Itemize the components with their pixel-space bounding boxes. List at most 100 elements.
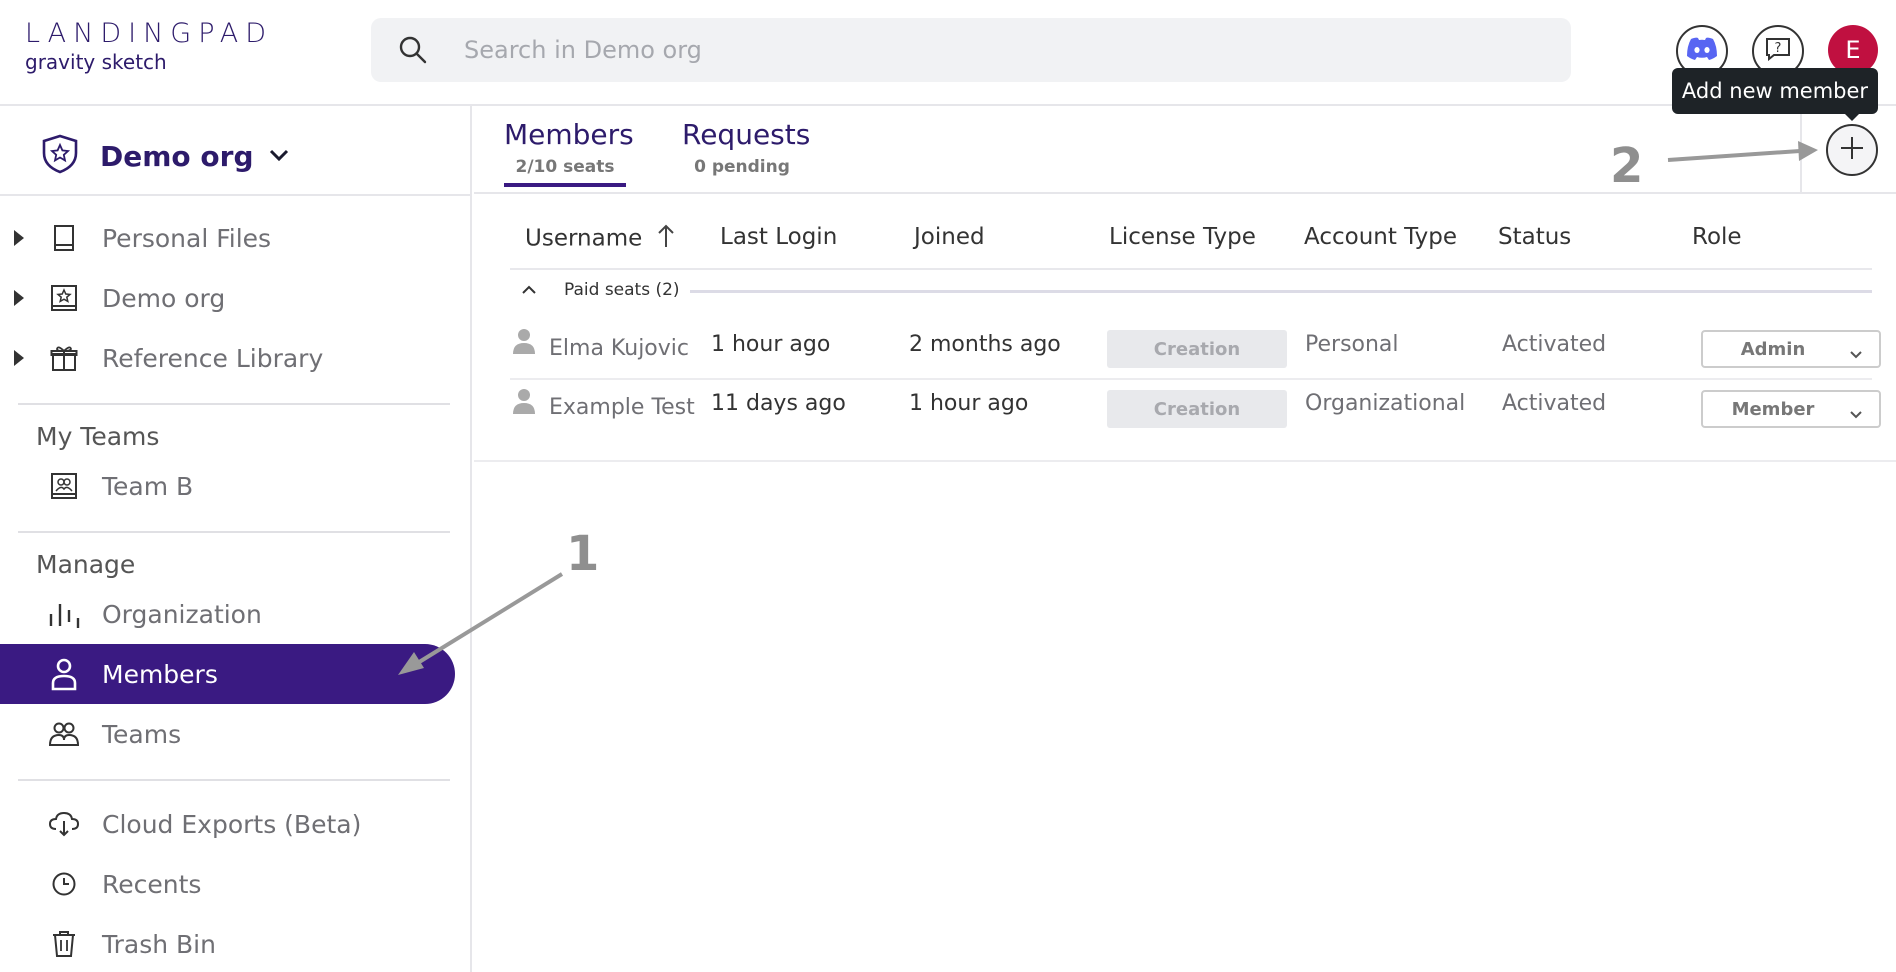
toolbar-divider bbox=[1800, 106, 1802, 194]
cloud-download-icon bbox=[48, 808, 80, 840]
role-dropdown[interactable]: Admin bbox=[1701, 330, 1881, 368]
tooltip-arrow bbox=[1843, 112, 1861, 121]
sidebar-divider bbox=[18, 531, 450, 533]
sidebar-item-label: Recents bbox=[102, 869, 202, 899]
sidebar-item-label: Members bbox=[102, 659, 218, 689]
sidebar-item-members[interactable]: Members bbox=[0, 644, 455, 704]
org-switcher[interactable]: Demo org bbox=[40, 128, 289, 184]
star-frame-icon bbox=[48, 282, 80, 314]
sidebar-item-demo-org[interactable]: Demo org bbox=[0, 268, 455, 328]
add-member-tooltip: Add new member bbox=[1672, 68, 1878, 114]
group-divider bbox=[690, 290, 1872, 293]
sidebar-item-label: Personal Files bbox=[102, 223, 272, 253]
sidebar-item-label: Trash Bin bbox=[102, 929, 216, 959]
search-icon bbox=[398, 35, 428, 65]
annotation-number-1: 1 bbox=[566, 526, 600, 582]
tab-title: Members bbox=[504, 118, 634, 151]
tab-members[interactable]: Members 2/10 seats bbox=[504, 118, 634, 187]
column-header-license-type[interactable]: License Type bbox=[1109, 224, 1256, 250]
role-value: Admin bbox=[1740, 339, 1806, 360]
user-icon bbox=[48, 658, 80, 691]
sidebar-item-label: Team B bbox=[102, 471, 194, 501]
sidebar-divider bbox=[18, 403, 450, 405]
role-value: Member bbox=[1731, 399, 1815, 420]
sidebar-item-trash-bin[interactable]: Trash Bin bbox=[0, 914, 455, 972]
table-row[interactable]: Elma Kujovic 1 hour ago 2 months ago Cre… bbox=[510, 318, 1892, 376]
search-input[interactable] bbox=[464, 36, 1464, 64]
group-label-paid-seats: Paid seats (2) bbox=[564, 280, 680, 300]
sidebar-item-label: Teams bbox=[102, 719, 182, 749]
help-icon: ? bbox=[1765, 37, 1791, 65]
cell-username: Elma Kujovic bbox=[549, 336, 689, 361]
plus-icon bbox=[1839, 135, 1865, 165]
table-bottom-divider bbox=[474, 460, 1896, 462]
trash-icon bbox=[48, 928, 80, 960]
sidebar-item-organization[interactable]: Organization bbox=[0, 584, 455, 644]
collapse-group-icon[interactable] bbox=[520, 282, 538, 301]
team-frame-icon bbox=[48, 470, 80, 502]
cell-last-login: 1 hour ago bbox=[711, 332, 831, 357]
chevron-down-icon bbox=[1849, 344, 1863, 365]
gift-icon bbox=[48, 342, 80, 374]
shield-star-icon bbox=[40, 133, 80, 179]
cell-status: Activated bbox=[1502, 332, 1607, 357]
sidebar-item-cloud-exports[interactable]: Cloud Exports (Beta) bbox=[0, 794, 455, 854]
sidebar-item-recents[interactable]: Recents bbox=[0, 854, 455, 914]
sidebar-item-label: Demo org bbox=[102, 283, 226, 313]
cell-last-login: 11 days ago bbox=[711, 391, 846, 416]
sort-ascending-icon[interactable] bbox=[656, 224, 676, 254]
expand-caret-icon[interactable] bbox=[14, 290, 24, 306]
add-member-button[interactable] bbox=[1826, 124, 1878, 176]
cell-username: Example Test bbox=[549, 395, 695, 420]
logo-wordmark: LANDINGPAD bbox=[25, 18, 274, 49]
landingpad-logo[interactable]: LANDINGPAD gravity sketch bbox=[25, 18, 273, 74]
top-header: LANDINGPAD gravity sketch ? E bbox=[0, 0, 1896, 106]
column-header-joined[interactable]: Joined bbox=[914, 224, 985, 250]
column-header-last-login[interactable]: Last Login bbox=[720, 224, 837, 250]
bars-icon bbox=[48, 598, 80, 630]
logo-subtitle: gravity sketch bbox=[25, 50, 167, 74]
header-divider bbox=[510, 268, 1872, 270]
expand-caret-icon[interactable] bbox=[14, 230, 24, 246]
clock-icon bbox=[48, 868, 80, 900]
svg-text:?: ? bbox=[1775, 41, 1782, 56]
search-bar[interactable] bbox=[371, 18, 1571, 82]
sidebar-divider bbox=[18, 779, 450, 781]
sidebar-item-label: Cloud Exports (Beta) bbox=[102, 809, 362, 839]
tab-title: Requests bbox=[682, 118, 811, 151]
sidebar-item-teams[interactable]: Teams bbox=[0, 704, 455, 764]
chevron-down-icon bbox=[269, 147, 289, 166]
manage-heading: Manage bbox=[36, 550, 136, 579]
book-icon bbox=[48, 222, 80, 254]
sidebar-item-team-b[interactable]: Team B bbox=[0, 456, 455, 516]
cell-account-type: Personal bbox=[1305, 332, 1399, 357]
tab-subtitle: 0 pending bbox=[694, 157, 790, 177]
column-header-role[interactable]: Role bbox=[1692, 224, 1742, 250]
annotation-number-2: 2 bbox=[1610, 138, 1644, 194]
column-header-account-type[interactable]: Account Type bbox=[1304, 224, 1457, 250]
table-row[interactable]: Example Test 11 days ago 1 hour ago Crea… bbox=[510, 378, 1892, 436]
sidebar-item-label: Organization bbox=[102, 599, 262, 629]
sidebar-item-reference-library[interactable]: Reference Library bbox=[0, 328, 455, 388]
license-badge: Creation bbox=[1107, 330, 1287, 368]
column-header-status[interactable]: Status bbox=[1498, 224, 1571, 250]
column-header-username[interactable]: Username bbox=[525, 224, 676, 254]
role-dropdown[interactable]: Member bbox=[1701, 390, 1881, 428]
license-badge: Creation bbox=[1107, 390, 1287, 428]
cell-joined: 1 hour ago bbox=[909, 391, 1029, 416]
user-placeholder-icon bbox=[512, 388, 536, 420]
expand-caret-icon[interactable] bbox=[14, 350, 24, 366]
sidebar-item-label: Reference Library bbox=[102, 343, 324, 373]
sidebar-item-personal-files[interactable]: Personal Files bbox=[0, 208, 455, 268]
tab-requests[interactable]: Requests 0 pending bbox=[682, 118, 811, 177]
members-tabs: Members 2/10 seats Requests 0 pending bbox=[474, 106, 1896, 194]
sidebar-divider bbox=[0, 194, 470, 196]
tab-subtitle: 2/10 seats bbox=[515, 157, 615, 177]
discord-icon bbox=[1685, 36, 1719, 66]
users-icon bbox=[48, 718, 80, 750]
my-teams-heading: My Teams bbox=[36, 422, 160, 451]
sidebar: Demo org Personal Files Demo org Referen… bbox=[0, 106, 472, 972]
cell-status: Activated bbox=[1502, 391, 1607, 416]
cell-joined: 2 months ago bbox=[909, 332, 1061, 357]
chevron-down-icon bbox=[1849, 404, 1863, 425]
